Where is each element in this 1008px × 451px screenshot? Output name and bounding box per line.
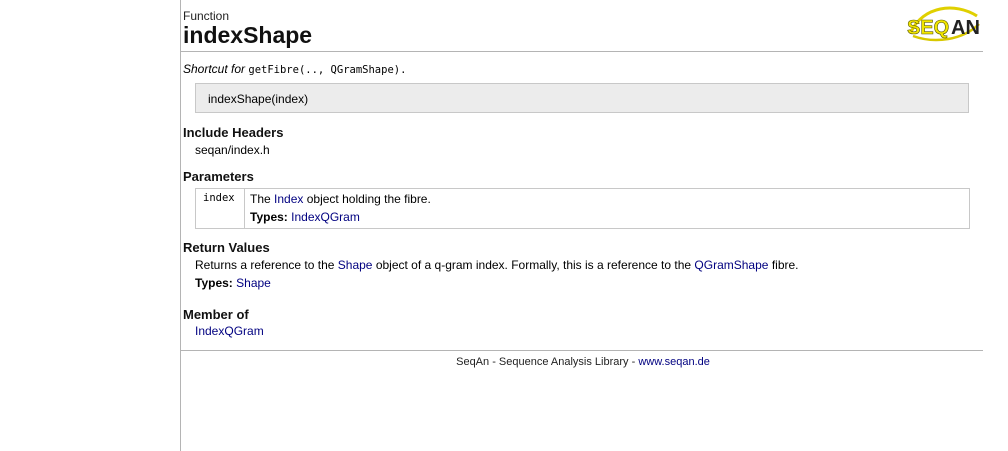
return-types-label: Types:: [195, 276, 233, 290]
svg-text:AN: AN: [951, 17, 980, 39]
return-values-heading: Return Values: [183, 240, 270, 255]
return-text-3: fibre.: [771, 258, 799, 272]
svg-text:SEQ: SEQ: [907, 17, 949, 39]
shape-link[interactable]: Shape: [338, 258, 373, 272]
header-divider: [180, 51, 983, 52]
entity-kind: Function: [183, 9, 230, 23]
member-of-link[interactable]: IndexQGram: [195, 324, 264, 338]
return-types: Types: Shape: [195, 276, 271, 290]
return-text-2: object of a q-gram index. Formally, this…: [375, 258, 692, 272]
footer-link[interactable]: www.seqan.de: [638, 356, 710, 368]
left-sidebar: [0, 0, 181, 451]
member-of-value: IndexQGram: [195, 324, 264, 338]
summary: Shortcut for getFibre(.., QGramShape).: [183, 62, 406, 76]
footer: SeqAn - Sequence Analysis Library - www.…: [183, 356, 983, 368]
include-header-value: seqan/index.h: [195, 143, 270, 157]
param-description: The Index object holding the fibre.: [250, 192, 431, 206]
param-desc-text-2: object holding the fibre.: [306, 192, 431, 206]
seqan-logo[interactable]: SEQ AN: [905, 2, 983, 46]
qgramshape-link[interactable]: QGramShape: [694, 258, 768, 272]
shape-type-link[interactable]: Shape: [236, 276, 271, 290]
summary-code: getFibre(.., QGramShape).: [248, 64, 407, 76]
param-types: Types: IndexQGram: [250, 210, 360, 224]
param-name: index: [196, 189, 245, 228]
indexqgram-type-link[interactable]: IndexQGram: [291, 210, 360, 224]
return-text-1: Returns a reference to the: [195, 258, 335, 272]
footer-divider: [180, 350, 983, 351]
index-link[interactable]: Index: [274, 192, 303, 206]
include-headers-heading: Include Headers: [183, 125, 284, 140]
parameters-table: index The Index object holding the fibre…: [195, 188, 970, 229]
parameters-heading: Parameters: [183, 169, 254, 184]
seqan-logo-icon: SEQ AN: [907, 6, 980, 42]
signature-box: indexShape(index): [195, 83, 969, 113]
param-types-label: Types:: [250, 210, 288, 224]
summary-prefix: Shortcut for: [183, 62, 246, 76]
footer-text: SeqAn - Sequence Analysis Library -: [456, 356, 636, 368]
page-title: indexShape: [183, 22, 313, 48]
member-of-heading: Member of: [183, 307, 249, 322]
param-desc-text: The: [250, 192, 271, 206]
return-values-text: Returns a reference to the Shape object …: [195, 258, 799, 272]
